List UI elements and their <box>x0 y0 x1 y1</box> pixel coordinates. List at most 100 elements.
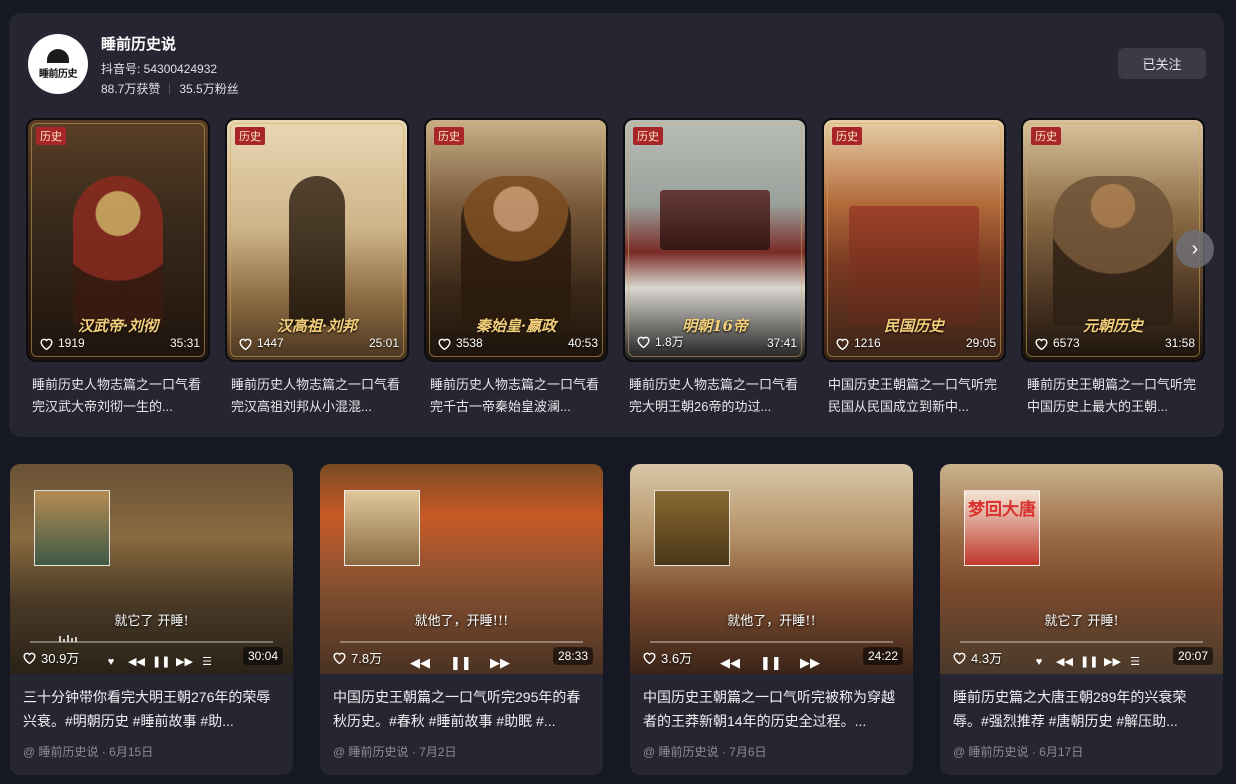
playlist-icon[interactable]: ☰ <box>1128 655 1142 668</box>
cover-title: 汉武帝·刘彻 <box>77 317 159 335</box>
collection-cover[interactable]: 历史 秦始皇·嬴政 3538 40:53 <box>424 118 608 362</box>
video-card[interactable]: 就他了，开睡!!! 7.8万 ◀◀ ❚❚ ▶▶ 28:33 中国历史王朝篇之一口… <box>320 464 603 775</box>
chevron-right-icon[interactable]: › <box>1176 230 1214 268</box>
like-value: 3.6万 <box>661 651 693 666</box>
video-card[interactable]: 就他了，开睡!! 3.6万 ◀◀ ❚❚ ▶▶ 24:22 中国历史王朝篇之一口气… <box>630 464 913 775</box>
rewind-icon[interactable]: ◀◀ <box>128 655 145 668</box>
cover-title: 民国历史 <box>883 317 944 335</box>
video-thumbnail[interactable]: 就他了，开睡!! 3.6万 ◀◀ ❚❚ ▶▶ 24:22 <box>630 464 913 674</box>
heart-icon <box>1035 338 1048 350</box>
pause-icon[interactable]: ❚❚ <box>1080 655 1098 668</box>
like-value: 1447 <box>257 336 284 350</box>
profile-card: 睡前历史 睡前历史说 抖音号: 54300424932 88.7万获赞 35.5… <box>9 13 1224 437</box>
video-meta[interactable]: @ 睡前历史说 · 7月6日 <box>643 743 767 760</box>
video-description[interactable]: 三十分钟带你看完大明王朝276年的荣辱兴衰。#明朝历史 #睡前故事 #助... <box>23 685 283 733</box>
pause-icon[interactable]: ❚❚ <box>450 655 472 671</box>
player-controls: ♥ ◀◀ ❚❚ ▶▶ ☰ <box>104 655 214 669</box>
collection-cover[interactable]: 历史 汉武帝·刘彻 1919 35:31 <box>26 118 210 362</box>
category-badge: 历史 <box>36 127 66 145</box>
fast-forward-icon[interactable]: ▶▶ <box>800 655 820 671</box>
pause-icon[interactable]: ❚❚ <box>152 655 170 668</box>
collection-item[interactable]: 历史 汉武帝·刘彻 1919 35:31 睡前历史人物志篇之一口气看完汉武大帝刘… <box>26 118 210 418</box>
heart-icon <box>836 338 849 350</box>
collection-title[interactable]: 睡前历史人物志篇之一口气看完千古一帝秦始皇波澜... <box>424 374 610 418</box>
heart-icon[interactable]: ♥ <box>1032 656 1046 668</box>
like-count: 7.8万 <box>332 648 382 667</box>
fast-forward-icon[interactable]: ▶▶ <box>176 655 193 668</box>
heart-icon <box>643 652 656 664</box>
video-description[interactable]: 睡前历史篇之大唐王朝289年的兴衰荣辱。#强烈推荐 #唐朝历史 #解压助... <box>953 685 1213 733</box>
cover-title: 汉高祖·刘邦 <box>276 317 358 335</box>
collection-item[interactable]: 历史 汉高祖·刘邦 1447 25:01 睡前历史人物志篇之一口气看完汉高祖刘邦… <box>225 118 409 418</box>
video-meta[interactable]: @ 睡前历史说 · 7月2日 <box>333 743 457 760</box>
collection-title[interactable]: 睡前历史人物志篇之一口气看完大明王朝26帝的功过... <box>623 374 809 418</box>
rewind-icon[interactable]: ◀◀ <box>410 655 430 671</box>
heart-icon <box>637 336 650 348</box>
like-value: 1.8万 <box>655 335 684 349</box>
lyric-text: 就它了 开睡! <box>114 614 189 629</box>
category-badge: 历史 <box>1031 127 1061 145</box>
pause-icon[interactable]: ❚❚ <box>760 655 782 671</box>
album-art: 梦回大唐 <box>964 490 1040 566</box>
lyric-text: 就它了 开睡! <box>1044 614 1119 629</box>
collection-title[interactable]: 中国历史王朝篇之一口气听完民国从民国成立到新中... <box>822 374 1008 418</box>
heart-icon <box>953 652 966 664</box>
heart-icon <box>23 652 36 664</box>
like-count: 1.8万 <box>636 333 684 350</box>
fast-forward-icon[interactable]: ▶▶ <box>490 655 510 671</box>
video-thumbnail[interactable]: 梦回大唐 就它了 开睡! 4.3万 ♥ ◀◀ ❚❚ ▶▶ ☰ 20:07 <box>940 464 1223 674</box>
duration: 24:22 <box>862 647 903 665</box>
avatar-logo-mark <box>47 48 69 63</box>
account-name[interactable]: 睡前历史说 <box>101 33 176 54</box>
collection-cover[interactable]: 历史 汉高祖·刘邦 1447 25:01 <box>225 118 409 362</box>
collection-title[interactable]: 睡前历史人物志篇之一口气看完汉武大帝刘彻一生的... <box>26 374 212 418</box>
avatar[interactable]: 睡前历史 <box>28 34 88 94</box>
album-art <box>344 490 420 566</box>
video-description[interactable]: 中国历史王朝篇之一口气听完被称为穿越者的王莽新朝14年的历史全过程。... <box>643 685 903 733</box>
video-meta[interactable]: @ 睡前历史说 · 6月15日 <box>23 743 153 760</box>
video-meta[interactable]: @ 睡前历史说 · 6月17日 <box>953 743 1083 760</box>
avatar-logo-text: 睡前历史 <box>39 68 78 80</box>
like-value: 7.8万 <box>351 651 383 666</box>
video-thumbnail[interactable]: 就它了 开睡! 30.9万 ♥ ◀◀ ❚❚ ▶▶ ☰ 30:04 <box>10 464 293 674</box>
player-controls: ♥ ◀◀ ❚❚ ▶▶ ☰ <box>1032 655 1142 669</box>
collection-item[interactable]: 历史 民国历史 1216 29:05 中国历史王朝篇之一口气听完民国从民国成立到… <box>822 118 1006 418</box>
heart-icon[interactable]: ♥ <box>104 656 118 668</box>
rewind-icon[interactable]: ◀◀ <box>720 655 740 671</box>
album-art-title: 梦回大唐 <box>968 500 1036 520</box>
video-card[interactable]: 梦回大唐 就它了 开睡! 4.3万 ♥ ◀◀ ❚❚ ▶▶ ☰ 20:07 睡前历… <box>940 464 1223 775</box>
duration: 25:01 <box>368 336 399 350</box>
duration: 40:53 <box>567 336 598 350</box>
like-count: 1447 <box>238 336 284 350</box>
heart-icon <box>40 338 53 350</box>
collection-item[interactable]: 历史 秦始皇·嬴政 3538 40:53 睡前历史人物志篇之一口气看完千古一帝秦… <box>424 118 608 418</box>
category-badge: 历史 <box>633 127 663 145</box>
like-value: 3538 <box>456 336 483 350</box>
collection-cover[interactable]: 历史 民国历史 1216 29:05 <box>822 118 1006 362</box>
rewind-icon[interactable]: ◀◀ <box>1056 655 1073 668</box>
video-description[interactable]: 中国历史王朝篇之一口气听完295年的春秋历史。#春秋 #睡前故事 #助眠 #..… <box>333 685 593 733</box>
collection-item[interactable]: 历史 元朝历史 6573 31:58 睡前历史王朝篇之一口气听完中国历史上最大的… <box>1021 118 1205 418</box>
cover-title: 元朝历史 <box>1082 317 1143 335</box>
playlist-icon[interactable]: ☰ <box>200 655 214 668</box>
like-count: 30.9万 <box>22 648 79 667</box>
fans-count: 35.5万粉丝 <box>179 82 239 96</box>
collection-title[interactable]: 睡前历史人物志篇之一口气看完汉高祖刘邦从小混混... <box>225 374 411 418</box>
like-value: 1919 <box>58 336 85 350</box>
heart-icon <box>239 338 252 350</box>
duration: 20:07 <box>1172 647 1213 665</box>
video-card[interactable]: 就它了 开睡! 30.9万 ♥ ◀◀ ❚❚ ▶▶ ☰ 30:04 三十分钟带你看… <box>10 464 293 775</box>
like-count: 3538 <box>437 336 483 350</box>
lyric-text: 就他了，开睡!!! <box>414 614 509 629</box>
video-thumbnail[interactable]: 就他了，开睡!!! 7.8万 ◀◀ ❚❚ ▶▶ 28:33 <box>320 464 603 674</box>
player-controls: ◀◀ ❚❚ ▶▶ <box>720 655 820 671</box>
like-count: 1919 <box>39 336 85 350</box>
fast-forward-icon[interactable]: ▶▶ <box>1104 655 1121 668</box>
collection-cover[interactable]: 历史 明朝16帝 1.8万 37:41 <box>623 118 807 362</box>
like-count: 4.3万 <box>952 648 1002 667</box>
category-badge: 历史 <box>832 127 862 145</box>
follow-button[interactable]: 已关注 <box>1118 48 1206 79</box>
collection-title[interactable]: 睡前历史王朝篇之一口气听完中国历史上最大的王朝... <box>1021 374 1207 418</box>
collection-item[interactable]: 历史 明朝16帝 1.8万 37:41 睡前历史人物志篇之一口气看完大明王朝26… <box>623 118 807 418</box>
duration: 31:58 <box>1164 336 1195 350</box>
